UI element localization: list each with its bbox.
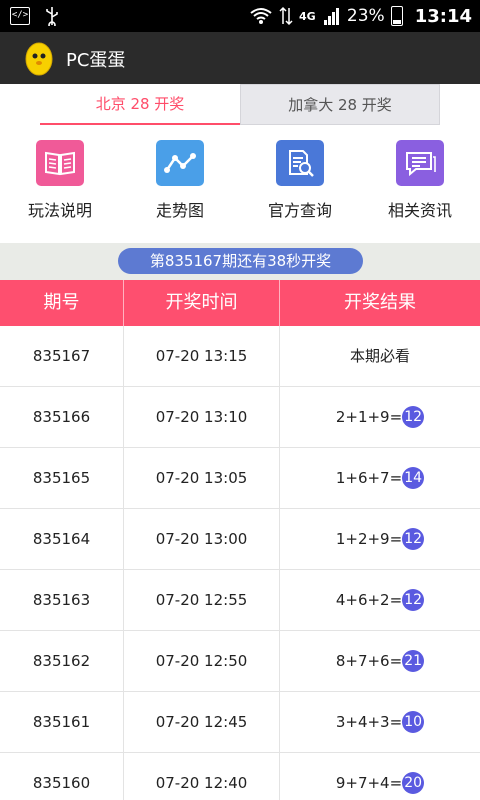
battery-percent: 23%	[346, 6, 385, 26]
table-row[interactable]: 835163 07-20 12:55 4+6+2= 12	[0, 570, 480, 631]
result-expression: 1+6+7=	[335, 469, 403, 487]
period-cell: 835161	[32, 713, 91, 731]
status-bar: </> 4G 23% 13:14	[0, 0, 480, 32]
menu-item-news[interactable]: 相关资讯	[360, 136, 480, 236]
time-cell: 07-20 13:05	[123, 448, 279, 508]
result-expression: 4+6+2=	[335, 591, 403, 609]
time-cell: 07-20 13:10	[123, 387, 279, 447]
result-cell: 1+6+7= 14	[279, 448, 480, 508]
table-row[interactable]: 835162 07-20 12:50 8+7+6= 21	[0, 631, 480, 692]
header-draw-result: 开奖结果	[279, 280, 480, 326]
menu-item-rules[interactable]: 玩法说明	[0, 136, 120, 236]
table-row[interactable]: 835161 07-20 12:45 3+4+3= 10	[0, 692, 480, 753]
menu-item-trend[interactable]: 走势图	[120, 136, 240, 236]
menu-item-official-query[interactable]: 官方查询	[240, 136, 360, 236]
tab-beijing-28[interactable]: 北京 28 开奖	[40, 84, 240, 125]
time-cell: 07-20 13:00	[123, 509, 279, 569]
result-cell: 8+7+6= 21	[279, 631, 480, 691]
tab-canada-28[interactable]: 加拿大 28 开奖	[240, 84, 440, 125]
time-cell: 07-20 13:15	[123, 326, 279, 386]
result-sum-ball: 14	[402, 467, 425, 489]
trend-chart-icon	[156, 140, 204, 186]
4g-icon: 4G	[299, 10, 316, 23]
wifi-icon	[250, 8, 272, 24]
header-draw-time: 开奖时间	[123, 280, 279, 326]
lottery-tabs: 北京 28 开奖 加拿大 28 开奖	[40, 84, 440, 125]
table-row[interactable]: 835164 07-20 13:00 1+2+9= 12	[0, 509, 480, 570]
table-row[interactable]: 835160 07-20 12:40 9+7+4= 20	[0, 753, 480, 800]
document-search-icon	[276, 140, 324, 186]
time-cell: 07-20 12:40	[123, 753, 279, 800]
results-table-body: 835167 07-20 13:15 本期必看 835166 07-20 13:…	[0, 326, 480, 800]
svg-text:4G: 4G	[299, 10, 316, 23]
menu-label-rules: 玩法说明	[27, 201, 92, 220]
period-cell: 835160	[32, 774, 91, 792]
result-cell: 2+1+9= 12	[279, 387, 480, 447]
header-period: 期号	[43, 292, 80, 313]
result-expression: 1+2+9=	[335, 530, 403, 548]
period-cell: 835162	[32, 652, 91, 670]
menu-label-official-query: 官方查询	[267, 201, 332, 220]
result-sum-ball: 10	[402, 711, 425, 733]
result-expression: 本期必看	[349, 347, 410, 365]
result-sum-ball: 12	[402, 528, 425, 550]
egg-logo-icon	[25, 42, 53, 76]
book-icon	[36, 140, 84, 186]
result-expression: 2+1+9=	[335, 408, 403, 426]
time-cell: 07-20 12:50	[123, 631, 279, 691]
result-expression: 9+7+4=	[335, 774, 403, 792]
period-cell: 835163	[32, 591, 91, 609]
countdown-bar: 第835167期还有38秒开奖	[0, 243, 480, 280]
time-cell: 07-20 12:55	[123, 570, 279, 630]
result-cell: 本期必看	[279, 326, 480, 386]
countdown-badge: 第835167期还有38秒开奖	[118, 248, 363, 274]
period-cell: 835164	[32, 530, 91, 548]
result-sum-ball: 21	[402, 650, 425, 672]
result-expression: 3+4+3=	[335, 713, 403, 731]
usb-icon	[46, 7, 58, 26]
menu-label-trend: 走势图	[155, 201, 204, 220]
period-cell: 835167	[32, 347, 91, 365]
result-sum-ball: 12	[402, 406, 425, 428]
table-row[interactable]: 835165 07-20 13:05 1+6+7= 14	[0, 448, 480, 509]
result-sum-ball: 20	[402, 772, 425, 794]
period-cell: 835166	[32, 408, 91, 426]
result-cell: 9+7+4= 20	[279, 753, 480, 800]
result-cell: 1+2+9= 12	[279, 509, 480, 569]
result-sum-ball: 12	[402, 589, 425, 611]
app-bar: PC蛋蛋	[0, 32, 480, 84]
battery-icon	[390, 6, 403, 26]
news-chat-icon	[396, 140, 444, 186]
result-expression: 8+7+6=	[335, 652, 403, 670]
result-cell: 3+4+3= 10	[279, 692, 480, 752]
time-cell: 07-20 12:45	[123, 692, 279, 752]
table-row[interactable]: 835166 07-20 13:10 2+1+9= 12	[0, 387, 480, 448]
table-row[interactable]: 835167 07-20 13:15 本期必看	[0, 326, 480, 387]
results-table-header: 期号 开奖时间 开奖结果	[0, 280, 480, 326]
result-cell: 4+6+2= 12	[279, 570, 480, 630]
period-cell: 835165	[32, 469, 91, 487]
cell-signal-icon	[323, 8, 339, 25]
app-title: PC蛋蛋	[66, 50, 126, 71]
quick-menu: 玩法说明 走势图 官方查询 相关资讯	[0, 136, 480, 236]
clock: 13:14	[414, 5, 472, 27]
menu-label-news: 相关资讯	[387, 201, 452, 220]
developer-code-icon: </>	[10, 7, 30, 25]
signal-arrows-icon	[279, 6, 293, 26]
